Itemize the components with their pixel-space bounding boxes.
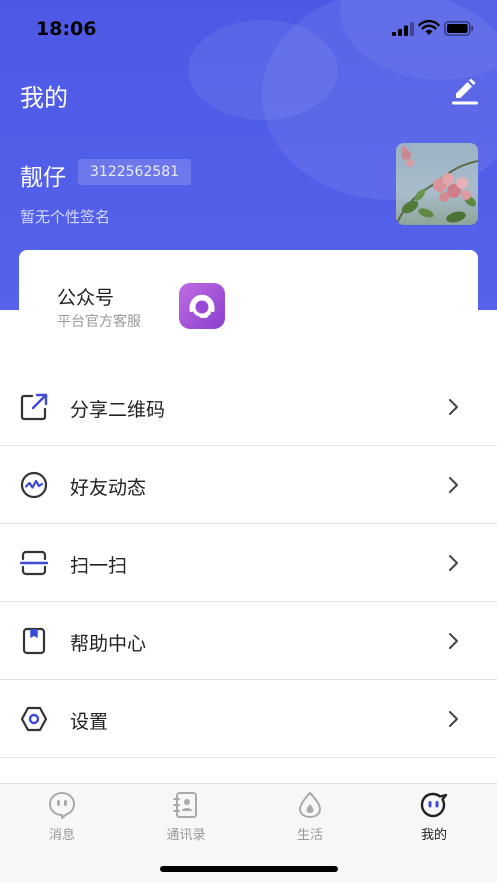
status-bar: 18:06 [0, 0, 497, 58]
tab-label: 我的 [420, 828, 447, 843]
page-title: 我的 [20, 84, 68, 112]
tab-contacts[interactable]: 通讯录 [146, 790, 226, 848]
share-qrcode-icon [20, 393, 48, 421]
tab-label: 通讯录 [166, 828, 206, 843]
help-center-icon [22, 627, 46, 655]
menu-item-label: 帮助中心 [70, 633, 147, 655]
menu-item-share-qrcode[interactable]: 分享二维码 [0, 368, 497, 446]
chevron-right-icon [449, 633, 458, 649]
profile-icon [420, 792, 448, 818]
life-icon [299, 792, 321, 818]
chevron-right-icon [449, 477, 458, 493]
menu-item-label: 设置 [70, 711, 109, 733]
cellular-signal-icon [392, 22, 414, 36]
edit-profile-icon[interactable] [450, 78, 480, 106]
home-indicator[interactable] [160, 866, 338, 872]
menu-list: 分享二维码 好友动态 扫一扫 帮助中心 设置 [0, 368, 497, 758]
contacts-icon [173, 792, 197, 818]
tab-messages[interactable]: 消息 [22, 790, 102, 848]
chevron-right-icon [449, 711, 458, 727]
battery-icon [444, 21, 474, 36]
tab-label: 生活 [296, 828, 323, 843]
avatar[interactable] [396, 143, 478, 225]
tab-profile[interactable]: 我的 [394, 790, 474, 848]
profile-signature: 暂无个性签名 [20, 208, 111, 226]
wifi-icon [418, 20, 440, 35]
official-account-title: 公众号 [57, 287, 115, 309]
official-account-subtitle: 平台官方客服 [57, 314, 141, 330]
menu-item-label: 扫一扫 [70, 555, 128, 577]
menu-item-friends-activity[interactable]: 好友动态 [0, 446, 497, 524]
chevron-right-icon [449, 555, 458, 571]
menu-item-help-center[interactable]: 帮助中心 [0, 602, 497, 680]
settings-icon [20, 706, 48, 732]
status-time: 18:06 [36, 18, 97, 40]
menu-item-settings[interactable]: 设置 [0, 680, 497, 758]
profile-name: 靓仔 [20, 165, 66, 191]
tab-label: 消息 [48, 828, 75, 843]
menu-item-label: 好友动态 [70, 477, 147, 499]
tab-life[interactable]: 生活 [270, 790, 350, 848]
profile-id-badge: 3122562581 [78, 159, 192, 185]
official-account-card[interactable]: 公众号 平台官方客服 [19, 250, 478, 348]
avatar-flower-image [396, 146, 478, 225]
scan-icon [20, 550, 48, 576]
friends-activity-icon [20, 471, 48, 499]
customer-service-icon [179, 283, 225, 329]
message-icon [49, 792, 75, 819]
menu-item-label: 分享二维码 [70, 399, 166, 421]
chevron-right-icon [449, 399, 458, 415]
menu-item-scan[interactable]: 扫一扫 [0, 524, 497, 602]
